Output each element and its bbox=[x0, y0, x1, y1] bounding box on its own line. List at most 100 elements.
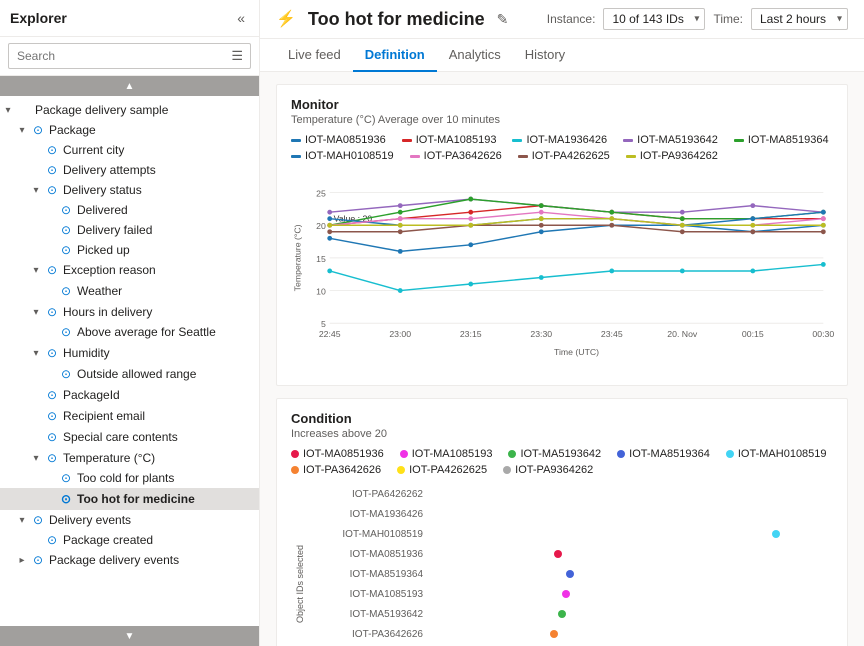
filter-icon: ☰ bbox=[231, 48, 243, 64]
condition-y-axis-label: Object IDs selected bbox=[295, 545, 305, 623]
tree-node-icon: ⊙ bbox=[58, 492, 74, 506]
content-area: Monitor Temperature (°C) Average over 10… bbox=[260, 72, 864, 646]
tree-item-label: Outside allowed range bbox=[77, 367, 255, 381]
sidebar-item-package-created[interactable]: ⊙Package created bbox=[0, 530, 259, 550]
scatter-dot bbox=[550, 630, 558, 638]
scatter-dot-area bbox=[429, 604, 833, 624]
svg-text:20: 20 bbox=[316, 221, 326, 231]
scatter-dot-area bbox=[429, 624, 833, 644]
tree-chevron: ▾ bbox=[28, 185, 44, 196]
instance-select[interactable]: 10 of 143 IDs bbox=[603, 8, 705, 30]
condition-legend-item: IOT-PA3642626 bbox=[291, 464, 381, 476]
tree-node-icon: ⊙ bbox=[58, 243, 74, 257]
condition-scatter-row: IOT-PA3642626 bbox=[309, 624, 833, 644]
time-label: Time: bbox=[713, 12, 743, 26]
sidebar-item-outside-allowed-range[interactable]: ⊙Outside allowed range bbox=[0, 364, 259, 384]
condition-scatter-row: IOT-MA1085193 bbox=[309, 584, 833, 604]
scatter-dot bbox=[558, 610, 566, 618]
tree-node-icon: ⊙ bbox=[30, 553, 46, 567]
tree-node-icon: ⊙ bbox=[58, 325, 74, 339]
tree-item-label: Too hot for medicine bbox=[77, 492, 229, 506]
tree-item-label: Above average for Seattle bbox=[77, 325, 255, 339]
tab-definition[interactable]: Definition bbox=[353, 39, 437, 72]
sidebar-item-delivery-events[interactable]: ▾⊙Delivery events bbox=[0, 510, 259, 530]
tree-node-icon: ⊙ bbox=[44, 263, 60, 277]
monitor-subtitle: Temperature (°C) Average over 10 minutes bbox=[291, 114, 833, 126]
tab-history[interactable]: History bbox=[513, 39, 577, 72]
monitor-legend-item: IOT-PA9364262 bbox=[626, 150, 718, 162]
sidebar-collapse-button[interactable]: « bbox=[233, 8, 249, 28]
condition-scatter-row: IOT-PA6426262 bbox=[309, 484, 833, 504]
tree-item-label: Picked up bbox=[77, 243, 255, 257]
condition-subtitle: Increases above 20 bbox=[291, 428, 833, 440]
condition-legend-item: IOT-MA5193642 bbox=[508, 448, 601, 460]
tree-node-icon: ⊙ bbox=[44, 183, 60, 197]
sidebar-item-too-hot-medicine[interactable]: ⊙Too hot for medicine··· bbox=[0, 488, 259, 510]
sidebar-item-package[interactable]: ▾⊙Package bbox=[0, 120, 259, 140]
scatter-dot bbox=[772, 530, 780, 538]
monitor-chart: 510152025Value : 2022:4523:0023:1523:302… bbox=[291, 170, 833, 370]
tabs-container: Live feedDefinitionAnalyticsHistory bbox=[260, 39, 864, 72]
tree-item-label: Weather bbox=[77, 284, 229, 298]
tree-node-icon: ⊙ bbox=[44, 409, 60, 423]
scatter-dot-area bbox=[429, 484, 833, 504]
tree-item-label: PackageId bbox=[63, 388, 229, 402]
svg-text:Time (UTC): Time (UTC) bbox=[554, 347, 599, 357]
time-select[interactable]: Last 2 hours bbox=[751, 8, 848, 30]
tree-chevron: ▾ bbox=[14, 125, 30, 136]
scatter-dot-area bbox=[429, 524, 833, 544]
sidebar-item-too-cold-plants[interactable]: ⊙Too cold for plants bbox=[0, 468, 259, 488]
sidebar-item-humidity[interactable]: ▾⊙Humidity··· bbox=[0, 342, 259, 364]
condition-scatter-row: IOT-MAH0108519 bbox=[309, 524, 833, 544]
monitor-legend-item: IOT-PA3642626 bbox=[410, 150, 502, 162]
tree-item-label: Package delivery sample bbox=[35, 103, 255, 117]
condition-legend-item: IOT-PA4262625 bbox=[397, 464, 487, 476]
tree-node-icon: ⊙ bbox=[30, 513, 46, 527]
scroll-up-arrow[interactable]: ▲ bbox=[0, 76, 259, 96]
tree-node-icon: ⊙ bbox=[58, 284, 74, 298]
sidebar-item-picked-up[interactable]: ⊙Picked up bbox=[0, 240, 259, 260]
sidebar-item-delivered[interactable]: ⊙Delivered bbox=[0, 200, 259, 220]
scatter-row-label: IOT-MA1936426 bbox=[309, 509, 429, 520]
sidebar-item-hours-in-delivery[interactable]: ▾⊙Hours in delivery bbox=[0, 302, 259, 322]
tree-item-label: Package bbox=[49, 123, 255, 137]
sidebar-item-special-care-contents[interactable]: ⊙Special care contents··· bbox=[0, 426, 259, 448]
sidebar-item-above-average-seattle[interactable]: ⊙Above average for Seattle bbox=[0, 322, 259, 342]
condition-scatter-row: IOT-MA5193642 bbox=[309, 604, 833, 624]
edit-icon[interactable]: ✎ bbox=[497, 11, 509, 28]
tree-chevron: ▾ bbox=[28, 348, 44, 359]
sidebar-item-recipient-email[interactable]: ⊙Recipient email bbox=[0, 406, 259, 426]
sidebar-header: Explorer « bbox=[0, 0, 259, 37]
tree-node-icon: ⊙ bbox=[44, 346, 60, 360]
sidebar-item-package-delivery-events[interactable]: ▸⊙Package delivery events bbox=[0, 550, 259, 570]
tree-chevron: ▾ bbox=[28, 453, 44, 464]
tab-analytics[interactable]: Analytics bbox=[437, 39, 513, 72]
svg-text:5: 5 bbox=[321, 319, 326, 329]
sidebar-item-exception-reason[interactable]: ▾⊙Exception reason bbox=[0, 260, 259, 280]
tree-node-icon: ⊙ bbox=[44, 533, 60, 547]
search-input[interactable] bbox=[8, 43, 251, 69]
svg-text:25: 25 bbox=[316, 188, 326, 198]
tree-item-label: Current city bbox=[63, 143, 255, 157]
tree-node-icon: ⊙ bbox=[58, 471, 74, 485]
scroll-down-arrow[interactable]: ▼ bbox=[0, 626, 259, 646]
sidebar-item-weather[interactable]: ⊙Weather··· bbox=[0, 280, 259, 302]
sidebar-item-temperature[interactable]: ▾⊙Temperature (°C) bbox=[0, 448, 259, 468]
svg-text:23:30: 23:30 bbox=[530, 329, 552, 339]
tree-node-icon: ⊙ bbox=[44, 430, 60, 444]
sidebar-item-delivery-failed[interactable]: ⊙Delivery failed bbox=[0, 220, 259, 240]
tree-chevron: ▾ bbox=[28, 307, 44, 318]
svg-text:15: 15 bbox=[316, 254, 326, 264]
monitor-legend-item: IOT-MA1085193 bbox=[402, 134, 497, 146]
sidebar-item-packageid[interactable]: ⊙PackageId··· bbox=[0, 384, 259, 406]
condition-title: Condition bbox=[291, 411, 833, 426]
sidebar-item-delivery-status[interactable]: ▾⊙Delivery status bbox=[0, 180, 259, 200]
sidebar-item-delivery-attempts[interactable]: ⊙Delivery attempts bbox=[0, 160, 259, 180]
condition-scatter-row: IOT-MA1936426 bbox=[309, 504, 833, 524]
tree-item-label: Delivery failed bbox=[77, 223, 255, 237]
tab-live-feed[interactable]: Live feed bbox=[276, 39, 353, 72]
scatter-dot-area bbox=[429, 544, 833, 564]
tree-chevron: ▾ bbox=[28, 265, 44, 276]
sidebar-item-current-city[interactable]: ⊙Current city bbox=[0, 140, 259, 160]
sidebar-item-package-delivery-sample[interactable]: ▾Package delivery sample bbox=[0, 100, 259, 120]
